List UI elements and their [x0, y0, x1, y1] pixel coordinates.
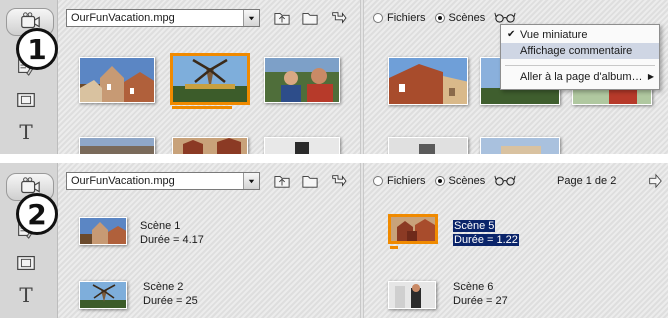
file-dropdown-value: OurFunVacation.mpg [71, 175, 175, 187]
menu-item-label: Vue miniature [520, 29, 588, 41]
scene-title-selected: Scène 5 [453, 220, 496, 232]
scene-duration-selected: Durée = 1.22 [453, 234, 519, 246]
menu-item-thumbnail-view[interactable]: ✔ Vue miniature [501, 27, 659, 43]
scene-thumbnail[interactable] [480, 137, 560, 154]
folder-icon [301, 10, 319, 26]
arrow-icon [329, 173, 347, 189]
scene-thumbnail[interactable] [264, 137, 340, 154]
scene-progress-marker [172, 106, 232, 109]
scene-thumbnail[interactable] [79, 217, 127, 245]
scene-duration: Durée = 4.17 [140, 234, 204, 246]
page-divider [360, 163, 364, 318]
scenes-radio-label: Scènes [448, 11, 486, 24]
scene-thumbnail[interactable] [264, 57, 340, 103]
scene-title: Scène 2 [143, 281, 184, 293]
checkmark-icon: ✔ [507, 29, 516, 40]
files-radio[interactable] [373, 175, 383, 186]
file-dropdown[interactable]: OurFunVacation.mpg [66, 172, 260, 190]
file-dropdown[interactable]: OurFunVacation.mpg [66, 9, 260, 27]
scene-thumbnail[interactable] [79, 281, 127, 309]
page-indicator: Page 1 de 2 [557, 175, 617, 187]
scene-thumbnail-selected[interactable] [170, 53, 250, 105]
view-context-menu: ✔ Vue miniature Affichage commentaire Al… [500, 24, 660, 90]
folder-up-icon [273, 10, 291, 26]
scene-thumbnail[interactable] [79, 137, 155, 154]
file-dropdown-value: OurFunVacation.mpg [71, 12, 175, 24]
scene-duration: Durée = 25 [143, 295, 198, 307]
files-radio-label: Fichiers [387, 174, 426, 187]
scenes-radio-label: Scènes [448, 174, 486, 187]
folder-up-button[interactable] [272, 172, 292, 190]
next-page-arrow-icon [647, 173, 663, 189]
text-title-icon[interactable]: T [14, 120, 38, 144]
menu-item-label: Affichage commentaire [520, 45, 633, 57]
source-toggle: Fichiers Scènes [373, 174, 516, 187]
scene-thumbnail[interactable] [79, 57, 155, 103]
menu-item-label: Aller à la page d'album… [520, 71, 643, 83]
bottom-album-panel: T 2 OurFunVacation.mpg Scène 1 Durée = 4… [0, 163, 668, 318]
folder-icon [301, 173, 319, 189]
glasses-icon[interactable] [494, 174, 516, 187]
folder-up-icon [273, 173, 291, 189]
source-toggle: Fichiers Scènes [373, 11, 516, 24]
page-divider [360, 0, 364, 154]
menu-item-goto-page[interactable]: Aller à la page d'album… ▶ [501, 69, 659, 85]
left-toolbar: T [0, 0, 58, 154]
panel-gap [0, 154, 668, 163]
chevron-down-icon[interactable] [243, 10, 259, 26]
frame-icon [15, 252, 37, 274]
files-radio-label: Fichiers [387, 11, 426, 24]
frame-tool[interactable] [14, 88, 38, 112]
scene-progress-marker [390, 246, 398, 249]
arrow-button[interactable] [328, 172, 348, 190]
scene-title: Scène 1 [140, 220, 181, 232]
chevron-down-icon[interactable] [243, 173, 259, 189]
scene-thumbnail-selected[interactable] [388, 214, 438, 244]
text-title-icon[interactable]: T [14, 283, 38, 307]
next-page-button[interactable] [646, 172, 664, 190]
arrow-button[interactable] [328, 9, 348, 27]
scene-title: Scène 6 [453, 281, 494, 293]
scenes-radio[interactable] [434, 175, 445, 186]
frame-tool[interactable] [14, 251, 38, 275]
scene-duration: Durée = 27 [453, 295, 508, 307]
files-radio[interactable] [373, 12, 383, 23]
scene-thumbnail[interactable] [388, 281, 436, 309]
callout-number: 1 [16, 28, 58, 70]
scene-thumbnail[interactable] [388, 57, 468, 105]
scene-thumbnail[interactable] [172, 137, 248, 154]
menu-item-comment-view[interactable]: Affichage commentaire [501, 43, 659, 59]
folder-up-button[interactable] [272, 9, 292, 27]
scene-thumbnail[interactable] [388, 137, 468, 154]
submenu-arrow-icon: ▶ [647, 72, 654, 81]
callout-number: 2 [16, 193, 58, 235]
menu-separator [505, 65, 655, 66]
glasses-icon[interactable] [494, 11, 516, 24]
folder-button[interactable] [300, 172, 320, 190]
top-album-panel: T 1 OurFunVacation.mpg Fichiers Scènes ✔… [0, 0, 668, 154]
arrow-icon [329, 10, 347, 26]
folder-button[interactable] [300, 9, 320, 27]
scenes-radio[interactable] [434, 12, 445, 23]
left-toolbar: T [0, 163, 58, 318]
frame-icon [15, 89, 37, 111]
